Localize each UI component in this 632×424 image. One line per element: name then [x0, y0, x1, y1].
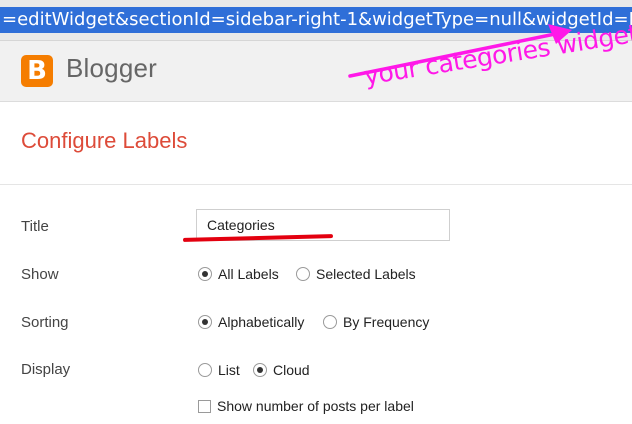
show-selected-labels-text: Selected Labels	[316, 266, 416, 282]
show-post-count-text: Show number of posts per label	[217, 398, 414, 414]
display-cloud-text: Cloud	[273, 362, 310, 378]
display-list-option[interactable]: List	[198, 362, 240, 378]
sort-by-frequency-text: By Frequency	[343, 314, 430, 330]
display-list-text: List	[218, 362, 240, 378]
display-list-radio[interactable]	[198, 363, 212, 377]
show-all-labels-radio[interactable]	[198, 267, 212, 281]
sort-alphabetically-radio[interactable]	[198, 315, 212, 329]
show-label: Show	[21, 266, 59, 283]
sort-alphabetically-option[interactable]: Alphabetically	[198, 314, 304, 330]
show-all-labels-text: All Labels	[218, 266, 279, 282]
display-cloud-option[interactable]: Cloud	[253, 362, 310, 378]
show-selected-labels-radio[interactable]	[296, 267, 310, 281]
title-label: Title	[21, 218, 49, 235]
sort-alphabetically-text: Alphabetically	[218, 314, 305, 330]
show-selected-labels-option[interactable]: Selected Labels	[296, 266, 416, 282]
title-bar: Configure Labels	[0, 102, 632, 185]
sorting-label: Sorting	[21, 314, 69, 331]
display-label: Display	[21, 361, 71, 378]
page-title: Configure Labels	[21, 128, 188, 153]
sort-by-frequency-option[interactable]: By Frequency	[323, 314, 429, 330]
display-cloud-radio[interactable]	[253, 363, 267, 377]
sort-by-frequency-radio[interactable]	[323, 315, 337, 329]
show-post-count-checkbox[interactable]	[198, 399, 211, 413]
show-post-count-option[interactable]: Show number of posts per label	[198, 398, 414, 414]
show-all-labels-option[interactable]: All Labels	[198, 266, 279, 282]
